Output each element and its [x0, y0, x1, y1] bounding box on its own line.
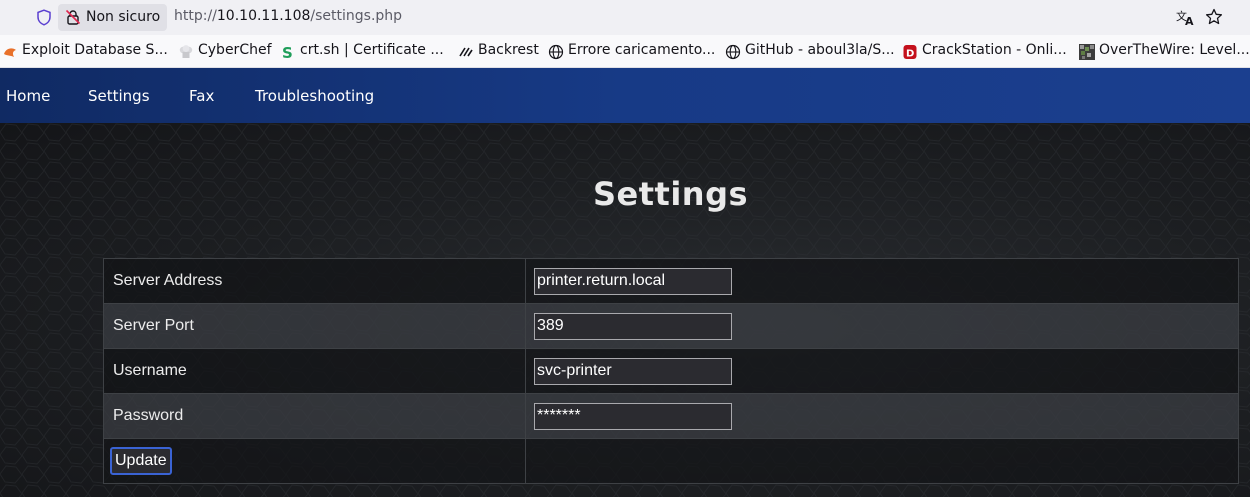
bookmark-label: GitHub - aboul3la/S...	[745, 42, 895, 58]
username-cell	[525, 348, 1239, 394]
username-label: Username	[103, 348, 526, 394]
table-row: Password	[103, 393, 1239, 439]
empty-cell	[525, 438, 1239, 484]
translate-icon[interactable]: 文 A	[1176, 8, 1196, 26]
table-row: Username	[103, 348, 1239, 394]
update-button[interactable]: Update	[110, 447, 172, 475]
bookmark-label: Exploit Database S...	[22, 42, 168, 58]
page-title: Settings	[592, 175, 749, 213]
password-input[interactable]	[534, 402, 732, 430]
connection-not-secure-button[interactable]: Non sicuro	[58, 4, 167, 31]
username-input[interactable]	[534, 357, 732, 385]
crackstation-icon: D	[903, 45, 917, 60]
bookmark-label: OverTheWire: Level...	[1099, 42, 1250, 58]
site-nav: Home Settings Fax Troubleshooting	[0, 68, 1250, 123]
main-content: Settings Server Address Server Port User…	[0, 123, 1250, 497]
table-row: Update	[103, 438, 1239, 484]
table-row: Server Address	[103, 258, 1239, 304]
shield-icon[interactable]	[36, 9, 52, 26]
nav-fax[interactable]: Fax	[189, 87, 214, 105]
bookmark-star-icon[interactable]	[1205, 8, 1223, 26]
connection-status-label: Non sicuro	[86, 9, 161, 25]
server-port-cell	[525, 303, 1239, 349]
url-path: /settings.php	[310, 8, 403, 24]
bookmark-label: CrackStation - Onli...	[922, 42, 1067, 58]
bookmark-label: Errore caricamento...	[568, 42, 716, 58]
url-host: 10.10.11.108	[216, 8, 311, 24]
update-cell: Update	[103, 438, 526, 484]
server-port-input[interactable]	[534, 312, 732, 340]
bookmark-label: CyberChef	[198, 42, 272, 58]
settings-form: Server Address Server Port Username Pass…	[103, 258, 1239, 484]
globe-icon	[725, 44, 741, 60]
password-label: Password	[103, 393, 526, 439]
bookmarks-toolbar: Exploit Database S... CyberChef S crt.sh…	[0, 35, 1250, 68]
bookmark-label: Backrest	[478, 42, 539, 58]
crtsh-icon: S	[282, 44, 293, 60]
table-row: Server Port	[103, 303, 1239, 349]
server-address-input[interactable]	[534, 267, 732, 295]
browser-address-bar: Non sicuro http://10.10.11.108/settings.…	[0, 0, 1250, 35]
exploit-db-icon	[4, 48, 16, 57]
server-address-label: Server Address	[103, 258, 526, 304]
svg-text:S: S	[282, 44, 293, 60]
password-cell	[525, 393, 1239, 439]
nav-settings[interactable]: Settings	[88, 87, 150, 105]
url-field[interactable]: http://10.10.11.108/settings.php	[174, 8, 402, 24]
broken-lock-icon	[65, 9, 81, 25]
bookmark-label: crt.sh | Certificate ...	[300, 42, 444, 58]
nav-home[interactable]: Home	[6, 87, 50, 105]
overthewire-icon	[1079, 44, 1095, 60]
globe-icon	[548, 44, 564, 60]
url-scheme: http://	[174, 8, 217, 24]
chef-hat-icon	[179, 45, 193, 58]
nav-troubleshooting[interactable]: Troubleshooting	[255, 87, 374, 105]
backrest-icon	[459, 47, 473, 57]
server-address-cell	[525, 258, 1239, 304]
svg-text:D: D	[906, 49, 914, 60]
server-port-label: Server Port	[103, 303, 526, 349]
svg-text:A: A	[1185, 15, 1194, 26]
